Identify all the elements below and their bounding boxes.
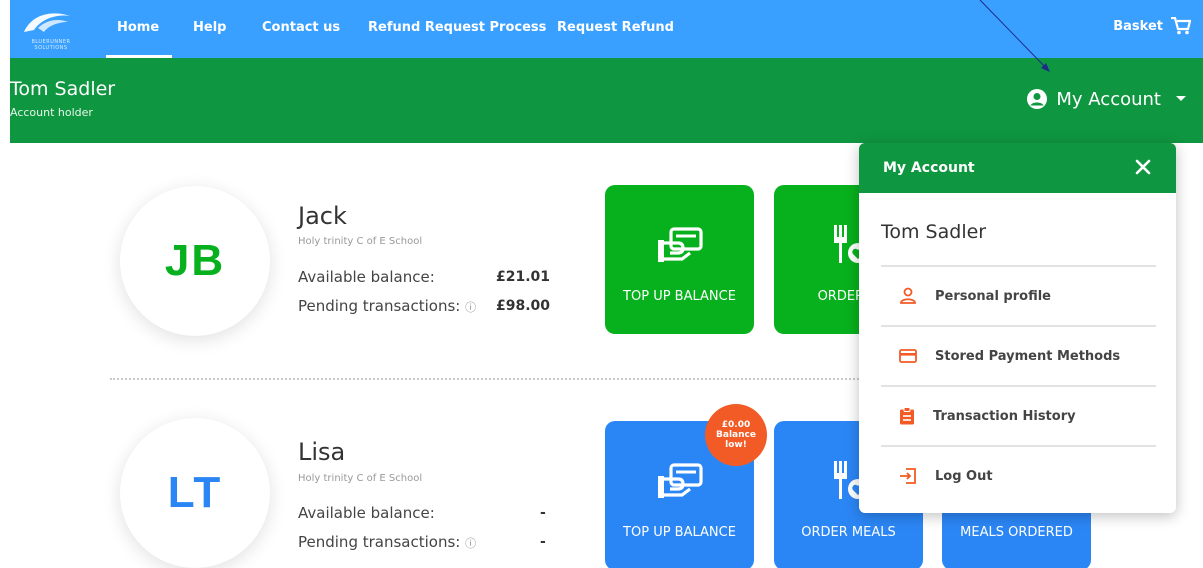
available-balance-label: Available balance: (298, 268, 435, 286)
my-account-toggle[interactable]: My Account (1026, 88, 1187, 110)
tile-label: TOP UP BALANCE (623, 525, 736, 540)
user-circle-icon (1027, 89, 1048, 109)
menu-personal-profile[interactable]: Personal profile (881, 265, 1156, 325)
menu-stored-payment-methods[interactable]: Stored Payment Methods (881, 325, 1156, 385)
caret-down-icon (1176, 96, 1186, 101)
cart-icon (1171, 17, 1191, 35)
my-account-label: My Account (1056, 88, 1161, 110)
badge-line1: Balance (716, 430, 756, 440)
money-hand-icon (657, 227, 703, 262)
dropdown-title: My Account (883, 160, 975, 176)
tile-label: MEALS ORDERED (960, 525, 1073, 540)
child-school: Holy trinity C of E School (298, 236, 423, 247)
clipboard-icon (900, 407, 914, 425)
tile-label: TOP UP BALANCE (623, 289, 736, 304)
badge-amount: £0.00 (721, 420, 751, 430)
basket-label: Basket (1113, 18, 1163, 34)
nav-help[interactable]: Help (193, 20, 226, 35)
top-up-balance-tile[interactable]: TOP UP BALANCE (605, 185, 754, 334)
account-header: Tom Sadler Account holder My Account (10, 58, 1203, 143)
dropdown-header: My Account (859, 143, 1176, 193)
avatar-initials: LT (120, 418, 270, 568)
badge-line2: low! (725, 440, 747, 450)
pending-label-text: Pending transactions: (298, 297, 461, 315)
child-school: Holy trinity C of E School (298, 473, 423, 484)
my-account-dropdown: My Account Tom Sadler Personal profile S… (859, 143, 1176, 513)
person-icon (900, 287, 916, 304)
row-divider (110, 378, 870, 380)
pending-transactions-label: Pending transactions: ⓘ (298, 297, 476, 315)
basket-button[interactable]: Basket (1113, 17, 1191, 35)
nav-contact-us[interactable]: Contact us (262, 20, 340, 35)
info-icon[interactable]: ⓘ (465, 301, 476, 314)
account-holder-role: Account holder (10, 106, 93, 119)
low-balance-badge: £0.00 Balance low! (705, 404, 767, 466)
menu-log-out[interactable]: Log Out (881, 445, 1156, 505)
pending-transactions-value: £98.00 (496, 298, 551, 314)
page: BLUERUNNER SOLUTIONS Home Help Contact u… (0, 0, 1203, 568)
wave-logo-icon (24, 13, 70, 32)
menu-transaction-history[interactable]: Transaction History (881, 385, 1156, 445)
pending-transactions-label: Pending transactions: ⓘ (298, 533, 476, 551)
available-balance-value: - (540, 505, 546, 521)
avatar-initials: JB (120, 186, 270, 336)
pending-transactions-value: - (540, 534, 546, 550)
menu-item-label: Log Out (935, 468, 993, 484)
money-hand-icon (657, 463, 703, 498)
account-holder-name: Tom Sadler (10, 78, 116, 100)
logout-icon (900, 468, 916, 484)
menu-item-label: Transaction History (933, 408, 1076, 424)
credit-card-icon (899, 349, 917, 363)
nav-home[interactable]: Home (117, 20, 159, 35)
info-icon[interactable]: ⓘ (465, 537, 476, 550)
logo-text: BLUERUNNER SOLUTIONS (31, 39, 71, 51)
pending-label-text: Pending transactions: (298, 533, 461, 551)
tile-label: ORDER MEALS (801, 525, 896, 540)
menu-item-label: Stored Payment Methods (935, 348, 1121, 364)
dropdown-user-name: Tom Sadler (881, 221, 987, 243)
company-logo[interactable]: BLUERUNNER SOLUTIONS (18, 6, 78, 52)
close-icon[interactable] (1132, 156, 1154, 178)
nav-request-refund[interactable]: Request Refund (557, 20, 674, 35)
top-nav: BLUERUNNER SOLUTIONS Home Help Contact u… (10, 0, 1203, 58)
child-name: Jack (298, 202, 347, 230)
available-balance-label: Available balance: (298, 504, 435, 522)
nav-refund-request-process[interactable]: Refund Request Process (368, 20, 546, 35)
available-balance-value: £21.01 (496, 269, 551, 285)
menu-item-label: Personal profile (935, 288, 1051, 304)
child-name: Lisa (298, 438, 346, 466)
